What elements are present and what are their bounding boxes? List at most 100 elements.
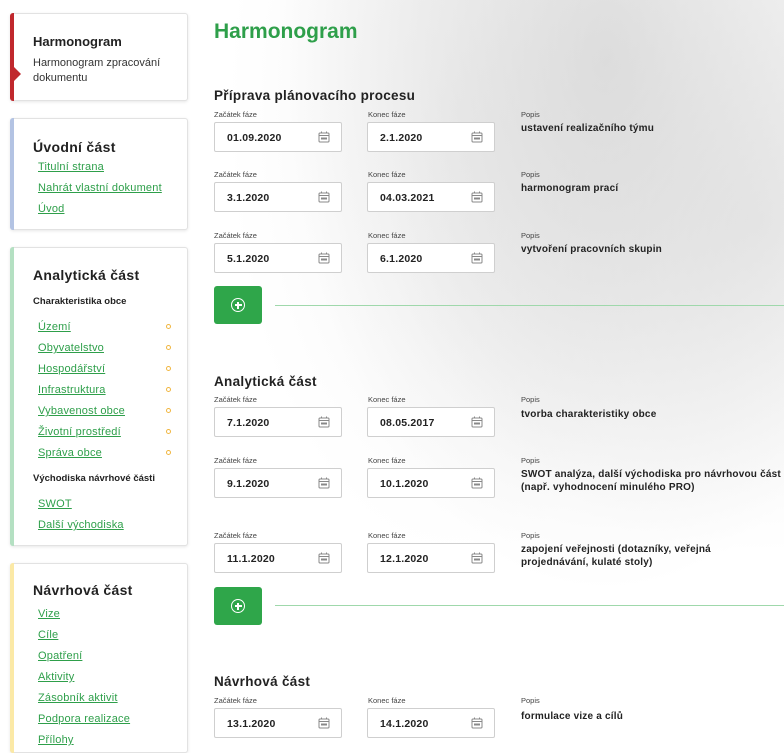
- date-value: 14.1.2020: [380, 718, 429, 730]
- nav-link-aktivity[interactable]: Aktivity: [38, 671, 74, 683]
- status-dot-icon: [166, 450, 171, 455]
- card-title: Analytická část: [33, 267, 140, 283]
- end-label: Konec fáze: [368, 110, 406, 119]
- start-date-input[interactable]: 13.1.2020: [214, 708, 342, 738]
- start-date-input[interactable]: 01.09.2020: [214, 122, 342, 152]
- nav-link-uzemi[interactable]: Území: [38, 321, 71, 333]
- date-value: 10.1.2020: [380, 478, 429, 490]
- start-label: Začátek fáze: [214, 531, 257, 540]
- start-date-input[interactable]: 9.1.2020: [214, 468, 342, 498]
- start-label: Začátek fáze: [214, 696, 257, 705]
- start-label: Začátek fáze: [214, 395, 257, 404]
- card-accent-bar: [10, 13, 14, 101]
- popis-text: formulace vize a cílů: [521, 711, 624, 722]
- popis-label: Popis: [521, 170, 540, 179]
- calendar-icon[interactable]: [318, 252, 330, 264]
- nav-link-zasobnik-aktivit[interactable]: Zásobník aktivit: [38, 692, 118, 704]
- sidebar-card-harmonogram[interactable]: Harmonogram Harmonogram zpracování dokum…: [10, 13, 188, 101]
- calendar-icon[interactable]: [318, 477, 330, 489]
- nav-link-obyvatelstvo[interactable]: Obyvatelstvo: [38, 342, 104, 354]
- nav-link-cile[interactable]: Cíle: [38, 629, 58, 641]
- date-value: 12.1.2020: [380, 553, 429, 565]
- popis-label: Popis: [521, 456, 540, 465]
- popis-text: harmonogram prací: [521, 183, 619, 194]
- nav-link-infrastruktura[interactable]: Infrastruktura: [38, 384, 106, 396]
- status-dot-icon: [166, 324, 171, 329]
- date-value: 13.1.2020: [227, 718, 276, 730]
- card-title: Harmonogram: [33, 34, 122, 49]
- end-label: Konec fáze: [368, 696, 406, 705]
- calendar-icon[interactable]: [471, 717, 483, 729]
- date-value: 11.1.2020: [227, 553, 275, 565]
- date-value: 7.1.2020: [227, 417, 270, 429]
- calendar-icon[interactable]: [318, 131, 330, 143]
- end-date-input[interactable]: 12.1.2020: [367, 543, 495, 573]
- start-date-input[interactable]: 5.1.2020: [214, 243, 342, 273]
- popis-label: Popis: [521, 696, 540, 705]
- start-date-input[interactable]: 3.1.2020: [214, 182, 342, 212]
- status-dot-icon: [166, 429, 171, 434]
- calendar-icon[interactable]: [318, 191, 330, 203]
- end-label: Konec fáze: [368, 231, 406, 240]
- calendar-icon[interactable]: [471, 416, 483, 428]
- card-title: Úvodní část: [33, 139, 116, 155]
- popis-text: zapojení veřejnosti (dotazníky, veřejná …: [521, 544, 711, 568]
- calendar-icon[interactable]: [471, 252, 483, 264]
- calendar-icon[interactable]: [471, 552, 483, 564]
- page-title: Harmonogram: [214, 20, 358, 43]
- start-date-input[interactable]: 7.1.2020: [214, 407, 342, 437]
- end-label: Konec fáze: [368, 456, 406, 465]
- nav-group-charakteristika: Charakteristika obce: [33, 296, 127, 307]
- section-title: Analytická část: [214, 374, 317, 389]
- nav-link-hospodarstvi[interactable]: Hospodářství: [38, 363, 105, 375]
- nav-group-vychodiska: Východiska návrhové části: [33, 473, 155, 484]
- popis-label: Popis: [521, 531, 540, 540]
- date-value: 3.1.2020: [227, 192, 270, 204]
- nav-link-swot[interactable]: SWOT: [38, 498, 72, 510]
- end-date-input[interactable]: 08.05.2017: [367, 407, 495, 437]
- end-label: Konec fáze: [368, 531, 406, 540]
- start-date-input[interactable]: 11.1.2020: [214, 543, 342, 573]
- start-label: Začátek fáze: [214, 110, 257, 119]
- start-label: Začátek fáze: [214, 231, 257, 240]
- calendar-icon[interactable]: [318, 416, 330, 428]
- nav-link-uvod[interactable]: Úvod: [38, 203, 64, 215]
- end-label: Konec fáze: [368, 170, 406, 179]
- end-date-input[interactable]: 04.03.2021: [367, 182, 495, 212]
- end-date-input[interactable]: 2.1.2020: [367, 122, 495, 152]
- end-label: Konec fáze: [368, 395, 406, 404]
- nav-link-opatreni[interactable]: Opatření: [38, 650, 82, 662]
- card-subtitle: Harmonogram zpracování dokumentu: [33, 57, 161, 84]
- add-phase-button[interactable]: [214, 587, 262, 625]
- nav-link-titulni-strana[interactable]: Titulní strana: [38, 161, 104, 173]
- status-dot-icon: [166, 366, 171, 371]
- popis-label: Popis: [521, 231, 540, 240]
- nav-link-vize[interactable]: Vize: [38, 608, 60, 620]
- calendar-icon[interactable]: [318, 717, 330, 729]
- calendar-icon[interactable]: [318, 552, 330, 564]
- nav-link-nahrat-dokument[interactable]: Nahrát vlastní dokument: [38, 182, 162, 194]
- start-label: Začátek fáze: [214, 456, 257, 465]
- add-phase-button[interactable]: [214, 286, 262, 324]
- nav-link-zivotni-prostredi[interactable]: Životní prostředí: [38, 426, 121, 438]
- calendar-icon[interactable]: [471, 191, 483, 203]
- popis-text: tvorba charakteristiky obce: [521, 409, 657, 420]
- calendar-icon[interactable]: [471, 131, 483, 143]
- end-date-input[interactable]: 10.1.2020: [367, 468, 495, 498]
- end-date-input[interactable]: 6.1.2020: [367, 243, 495, 273]
- end-date-input[interactable]: 14.1.2020: [367, 708, 495, 738]
- nav-link-prilohy[interactable]: Přílohy: [38, 734, 74, 746]
- status-dot-icon: [166, 387, 171, 392]
- date-value: 5.1.2020: [227, 253, 270, 265]
- calendar-icon[interactable]: [471, 477, 483, 489]
- popis-text: SWOT analýza, další východiska pro návrh…: [521, 469, 781, 493]
- section-title: Příprava plánovacího procesu: [214, 88, 416, 103]
- nav-link-sprava-obce[interactable]: Správa obce: [38, 447, 102, 459]
- date-value: 08.05.2017: [380, 417, 435, 429]
- nav-link-podpora-realizace[interactable]: Podpora realizace: [38, 713, 130, 725]
- nav-link-vybavenost[interactable]: Vybavenost obce: [38, 405, 125, 417]
- start-label: Začátek fáze: [214, 170, 257, 179]
- nav-link-dalsi-vychodiska[interactable]: Další východiska: [38, 519, 124, 531]
- sidebar-card-analyticka: Analytická část Charakteristika obce Úze…: [10, 247, 188, 546]
- date-value: 2.1.2020: [380, 132, 423, 144]
